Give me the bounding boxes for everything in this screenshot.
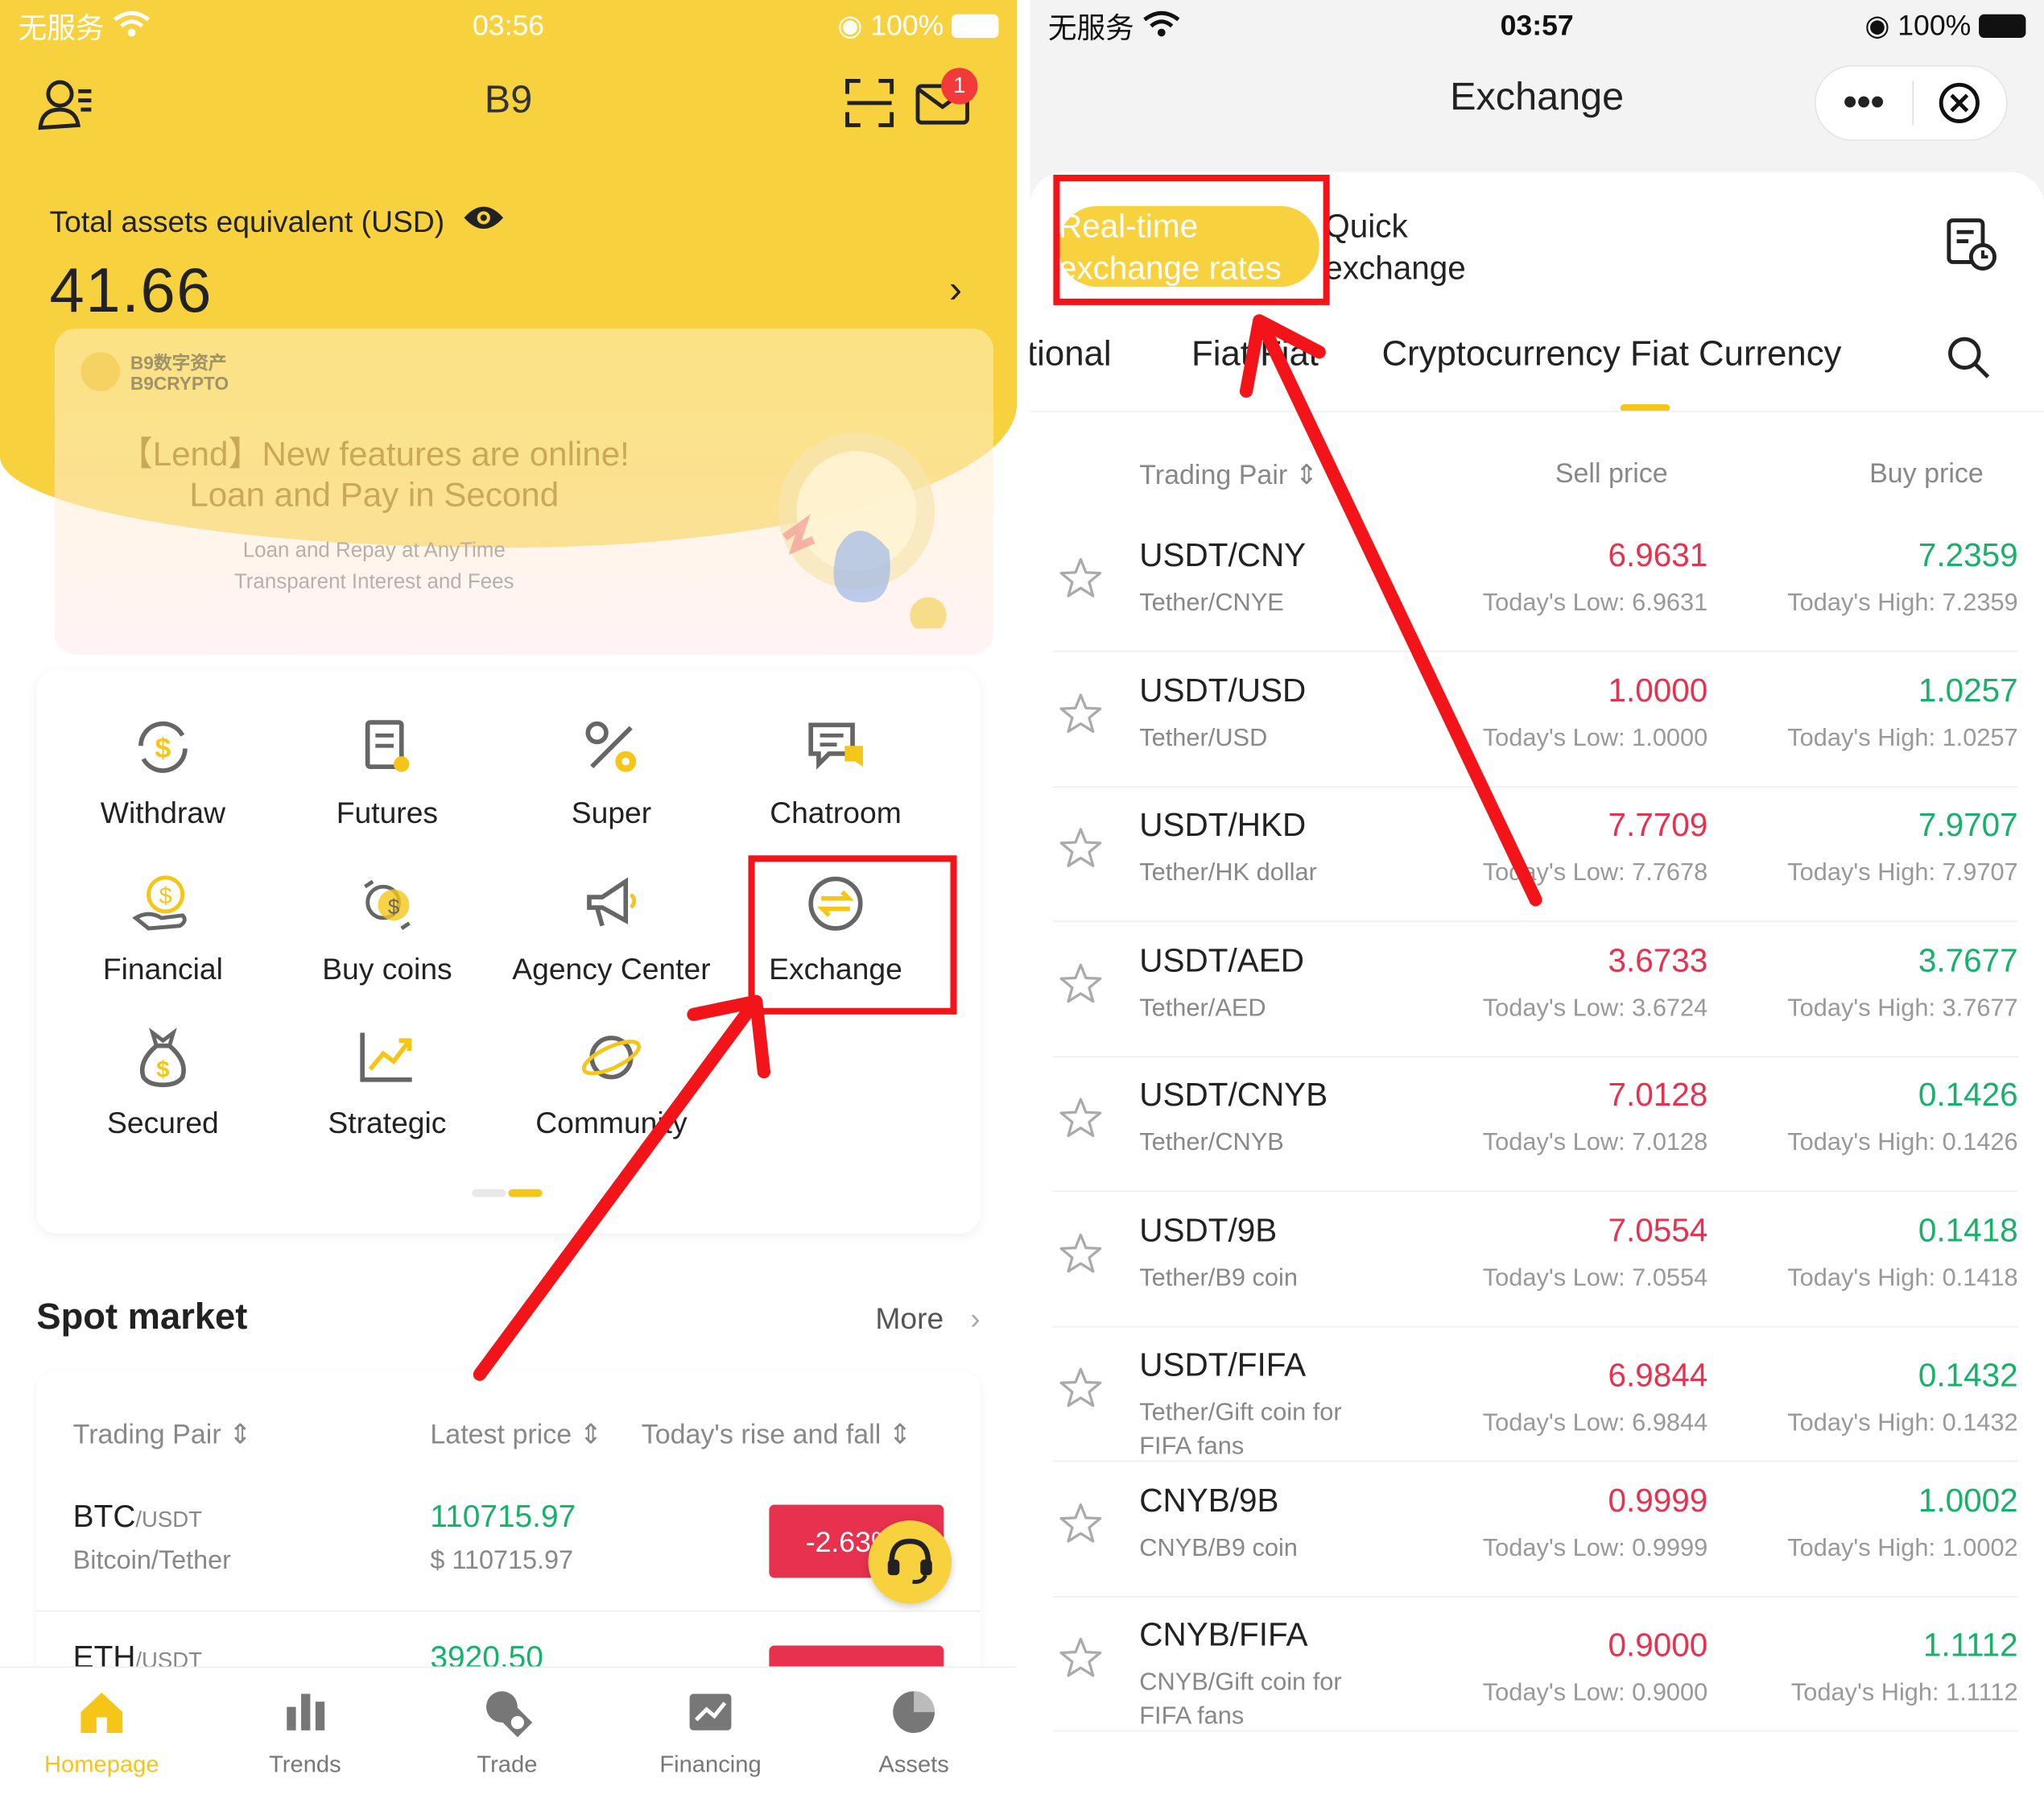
annotation-arrows xyxy=(473,314,1542,1381)
annotation-arrow-to-exchange xyxy=(473,994,771,1381)
composite-screenshot: 无服务 03:56 ◉ 100% B9 1 Total assets equiva… xyxy=(0,0,2044,1807)
annotation-arrow-to-realtime xyxy=(1239,314,1542,907)
